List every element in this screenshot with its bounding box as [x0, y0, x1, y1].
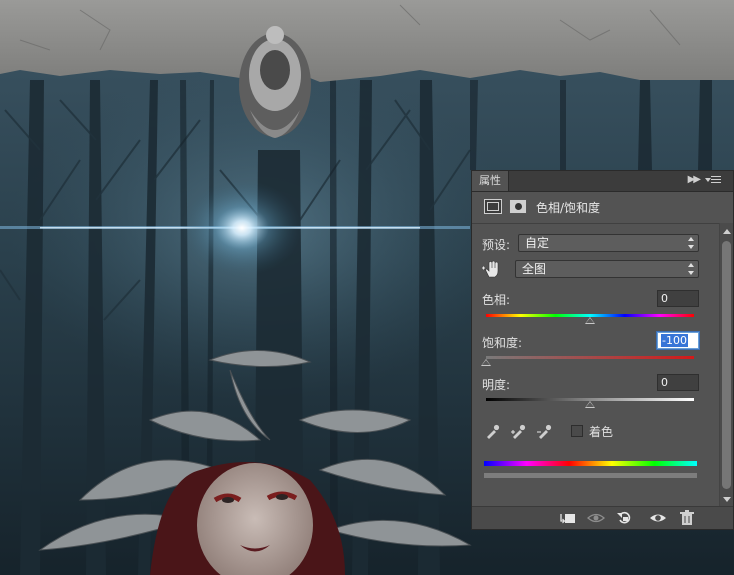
updown-arrows-icon	[688, 263, 695, 275]
channel-value: 全图	[522, 262, 547, 276]
preset-select[interactable]: 自定	[518, 234, 699, 252]
lightness-slider-thumb[interactable]	[585, 401, 595, 408]
channel-select[interactable]: 全图	[515, 260, 699, 278]
visibility-eye-icon[interactable]	[648, 510, 668, 526]
targeted-adjustment-hand-icon[interactable]	[482, 260, 502, 278]
panel-footer	[472, 506, 733, 529]
delete-trash-icon[interactable]	[677, 510, 697, 526]
lightness-input[interactable]: 0	[657, 374, 699, 391]
properties-panel: 属性 ▶▶ 色相/饱和度 预设: 自定 全图 色相: 0 饱和度: -100 明…	[471, 170, 734, 530]
preset-value: 自定	[525, 236, 550, 250]
scroll-up-arrow-icon[interactable]	[723, 229, 731, 234]
hue-slider-thumb[interactable]	[585, 317, 595, 324]
view-previous-state-icon[interactable]	[586, 510, 606, 526]
output-spectrum-bar	[484, 473, 697, 478]
saturation-slider-track[interactable]	[486, 356, 694, 359]
hue-label: 色相:	[482, 293, 511, 307]
updown-arrows-icon	[688, 237, 695, 249]
adjustment-title: 色相/饱和度	[536, 201, 601, 215]
scroll-down-arrow-icon[interactable]	[723, 497, 731, 502]
lightness-label: 明度:	[482, 378, 511, 392]
preset-label: 预设:	[482, 238, 511, 252]
eyedropper-minus-icon[interactable]	[536, 423, 554, 439]
colorize-label: 着色	[589, 425, 614, 439]
panel-header: 色相/饱和度	[472, 191, 719, 224]
saturation-value: -100	[661, 334, 688, 347]
scroll-thumb[interactable]	[722, 241, 731, 489]
saturation-input[interactable]: -100	[657, 332, 699, 349]
input-spectrum-bar	[484, 461, 697, 466]
tab-properties[interactable]: 属性	[472, 171, 509, 191]
layer-mask-icon[interactable]	[509, 199, 527, 214]
saturation-slider-thumb[interactable]	[481, 359, 491, 366]
reset-icon[interactable]	[615, 510, 635, 526]
hue-input[interactable]: 0	[657, 290, 699, 307]
clip-to-layer-icon[interactable]	[558, 510, 578, 526]
colorize-checkbox[interactable]	[571, 425, 583, 437]
panel-tab-bar: 属性 ▶▶	[472, 171, 733, 192]
panel-menu-icon[interactable]	[705, 174, 723, 187]
panel-scrollbar[interactable]	[719, 223, 733, 508]
double-chevron-right-icon[interactable]: ▶▶	[688, 174, 701, 185]
saturation-label: 饱和度:	[482, 336, 523, 350]
eyedropper-icon[interactable]	[484, 423, 502, 439]
eyedropper-plus-icon[interactable]	[510, 423, 528, 439]
adjustment-layer-icon[interactable]	[484, 199, 502, 214]
